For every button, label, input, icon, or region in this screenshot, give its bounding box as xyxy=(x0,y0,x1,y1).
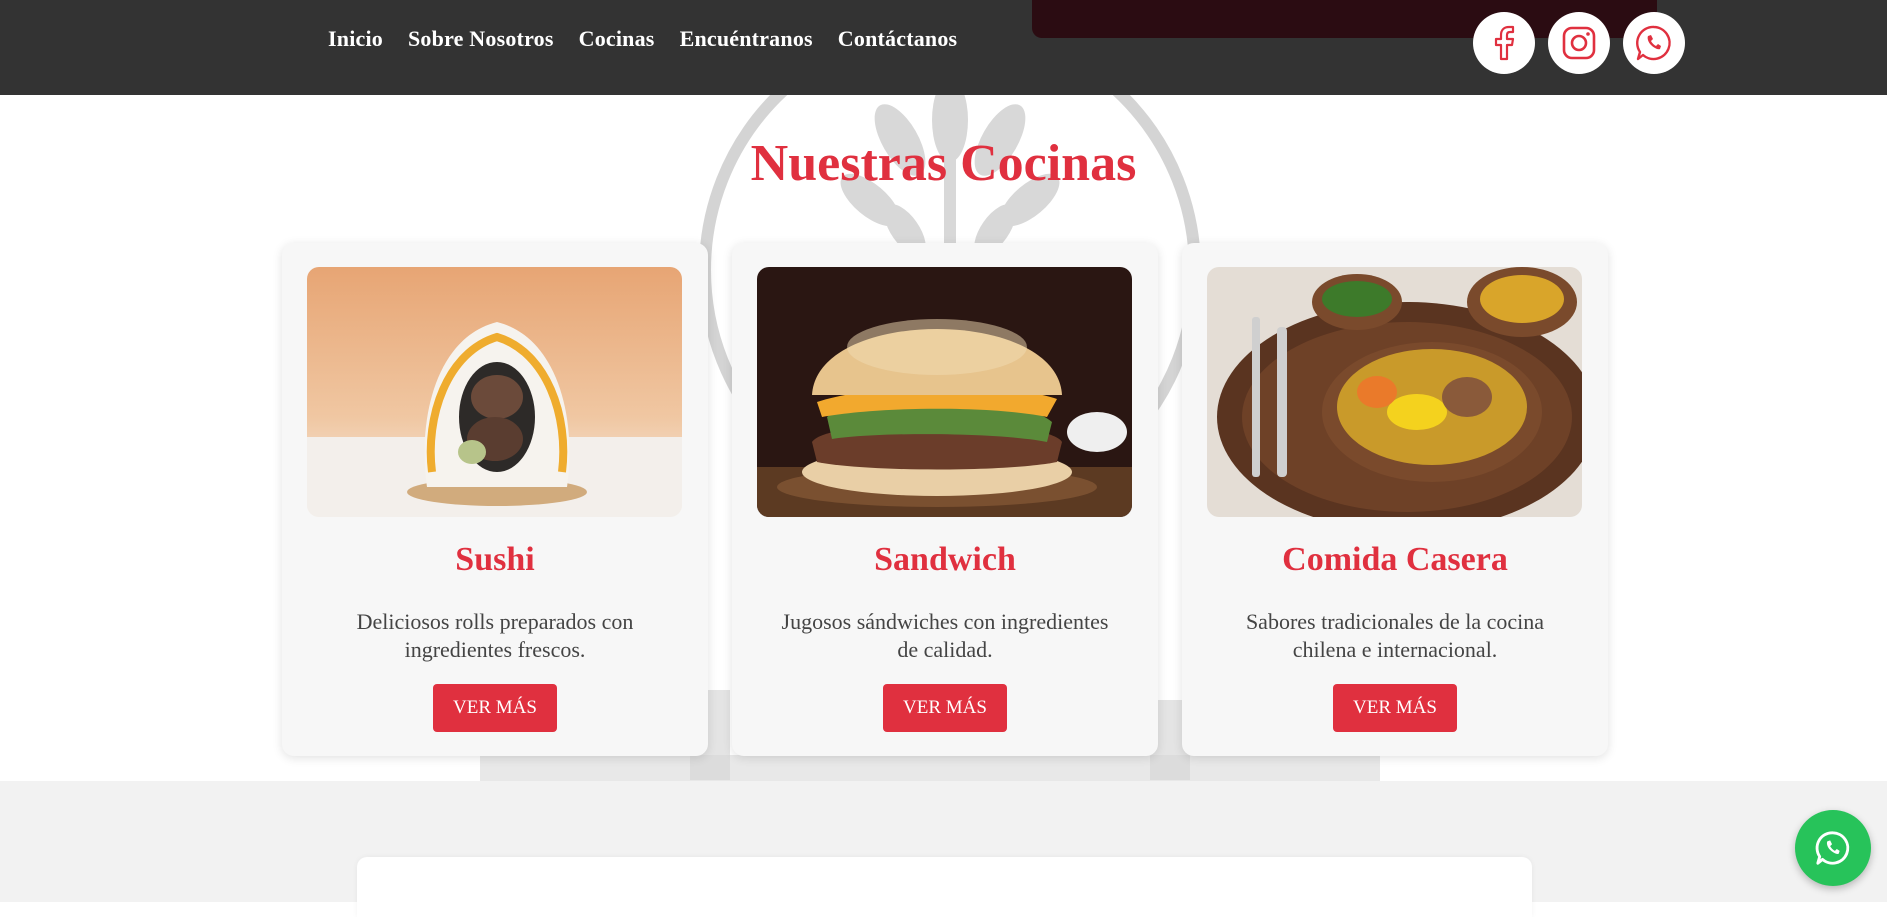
nav-item-contactanos[interactable]: Contáctanos xyxy=(838,26,958,52)
card-description: Sabores tradicionales de la cocina chile… xyxy=(1245,609,1545,662)
ver-mas-button[interactable]: VER MÁS xyxy=(433,684,557,732)
instagram-link[interactable] xyxy=(1548,12,1610,74)
card-title: Sandwich xyxy=(874,541,1016,578)
sandwich-image xyxy=(757,267,1132,517)
social-links xyxy=(1473,12,1685,74)
instagram-icon xyxy=(1562,26,1596,60)
card-description: Jugosos sándwiches con ingredientes de c… xyxy=(781,609,1109,662)
section-title: Nuestras Cocinas xyxy=(750,135,1137,192)
ver-mas-button[interactable]: VER MÁS xyxy=(883,684,1007,732)
whatsapp-icon xyxy=(1636,25,1671,61)
lower-content-card xyxy=(357,857,1532,917)
card-description: Deliciosos rolls preparados con ingredie… xyxy=(356,609,634,662)
site-header: Inicio Sobre Nosotros Cocinas Encuéntran… xyxy=(0,0,1887,95)
whatsapp-link[interactable] xyxy=(1623,12,1685,74)
comida-casera-image xyxy=(1207,267,1582,517)
ver-mas-button[interactable]: VER MÁS xyxy=(1333,684,1457,732)
card-sushi: Sushi Deliciosos rolls preparados con in… xyxy=(282,243,708,756)
card-title: Comida Casera xyxy=(1282,541,1508,578)
nav-item-cocinas[interactable]: Cocinas xyxy=(579,26,655,52)
card-title: Sushi xyxy=(455,541,535,578)
main-nav: Inicio Sobre Nosotros Cocinas Encuéntran… xyxy=(328,26,957,52)
facebook-link[interactable] xyxy=(1473,12,1535,74)
facebook-icon xyxy=(1494,25,1515,61)
whatsapp-icon xyxy=(1815,831,1850,865)
whatsapp-float-button[interactable] xyxy=(1795,810,1871,886)
nav-item-encuentranos[interactable]: Encuéntranos xyxy=(680,26,813,52)
lower-section xyxy=(0,781,1887,917)
sushi-image xyxy=(307,267,682,517)
nav-item-inicio[interactable]: Inicio xyxy=(328,26,383,52)
cuisine-cards: Sushi Deliciosos rolls preparados con in… xyxy=(282,243,1608,756)
card-comida-casera: Comida Casera Sabores tradicionales de l… xyxy=(1182,243,1608,756)
nav-item-sobre-nosotros[interactable]: Sobre Nosotros xyxy=(408,26,554,52)
card-sandwich: Sandwich Jugosos sándwiches con ingredie… xyxy=(732,243,1158,756)
